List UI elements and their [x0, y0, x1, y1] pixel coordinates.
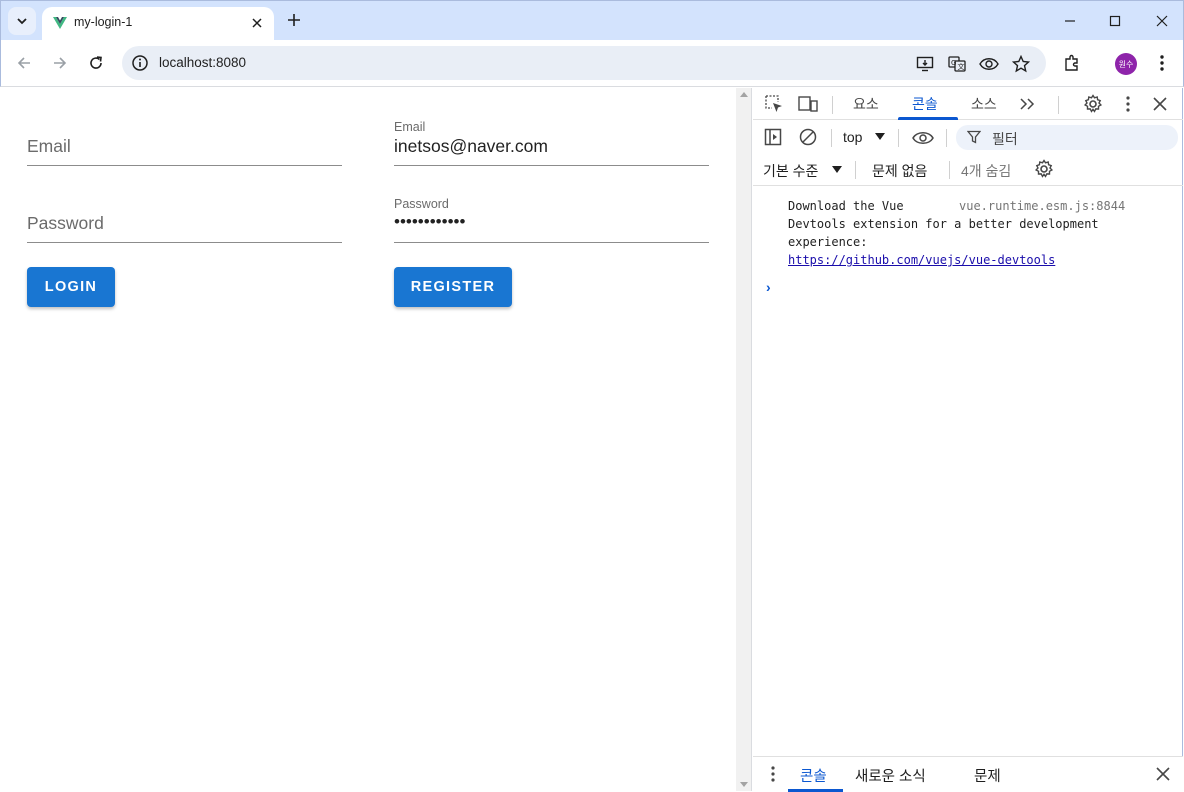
scroll-up-arrow-icon[interactable] [740, 92, 748, 97]
console-filter-input[interactable]: 필터 [956, 125, 1178, 150]
minimize-icon [1065, 20, 1075, 22]
back-button[interactable] [12, 51, 36, 75]
forward-button[interactable] [48, 51, 72, 75]
filter-placeholder: 필터 [992, 131, 1018, 147]
tab-close-button[interactable] [248, 14, 266, 32]
register-button[interactable]: REGISTER [394, 267, 512, 307]
url-text[interactable]: localhost:8080 [159, 55, 246, 70]
login-button[interactable]: LOGIN [27, 267, 115, 307]
vue-logo-icon [53, 17, 67, 29]
window-close-button[interactable] [1150, 9, 1174, 33]
register-email-value[interactable]: inetsos@naver.com [394, 136, 548, 157]
hidden-messages-count: 4개 숨김 [961, 163, 1012, 179]
menu-kebab-icon[interactable] [1151, 52, 1173, 74]
register-email-label: Email [394, 120, 426, 134]
clear-console-icon[interactable] [798, 127, 818, 147]
register-password-label: Password [394, 197, 449, 211]
devtools-drawer: 콘솔 새로운 소식 문제 [753, 756, 1183, 792]
install-app-icon[interactable] [915, 54, 935, 74]
tab-console[interactable]: 콘솔 [912, 94, 938, 114]
reload-icon [90, 56, 102, 69]
reload-button[interactable] [84, 51, 108, 75]
web-page: Email Password LOGIN Email inetsos@naver… [1, 88, 736, 791]
drawer-close-icon[interactable] [1153, 764, 1173, 784]
plus-icon [288, 14, 300, 26]
settings-gear-icon[interactable] [1083, 94, 1103, 114]
arrow-right-icon [54, 57, 67, 69]
devtools-menu-kebab-icon[interactable] [1118, 94, 1138, 114]
tab-sources[interactable]: 소스 [971, 94, 997, 114]
maximize-button[interactable] [1103, 9, 1127, 33]
devtools-tabbar: 요소 콘솔 소스 [753, 88, 1183, 120]
filter-icon [967, 130, 981, 144]
new-tab-button[interactable] [283, 9, 305, 31]
devtools-panel: 요소 콘솔 소스 top 필터 기본 수준 문제 없음 4개 숨김 Downlo… [753, 88, 1183, 792]
caret-down-icon[interactable] [875, 133, 885, 141]
svg-text:文: 文 [958, 62, 965, 71]
log-level-dropdown[interactable]: 기본 수준 [763, 161, 818, 181]
live-expression-eye-icon[interactable] [911, 128, 935, 148]
message-source-link[interactable]: vue.runtime.esm.js:8844 [959, 197, 1125, 215]
console-prompt-icon[interactable]: › [766, 279, 771, 295]
console-message: Download the Vue vue.runtime.esm.js:8844… [788, 197, 1148, 269]
chevron-down-icon [17, 18, 27, 25]
issues-count[interactable]: 문제 없음 [872, 161, 927, 181]
tab-title: my-login-1 [74, 15, 133, 29]
more-tabs-icon[interactable] [1018, 94, 1038, 114]
vue-devtools-link[interactable]: https://github.com/vuejs/vue-devtools [788, 251, 1148, 269]
drawer-tab-issues[interactable]: 문제 [974, 765, 1001, 786]
info-icon[interactable] [131, 54, 149, 72]
arrow-left-icon [17, 57, 30, 69]
separator [949, 161, 950, 179]
login-password-field[interactable]: Password [27, 197, 342, 243]
devtools-close-icon[interactable] [1150, 94, 1170, 114]
browser-tab[interactable]: my-login-1 [42, 7, 274, 41]
scroll-down-arrow-icon[interactable] [740, 782, 748, 787]
close-icon [1156, 15, 1168, 27]
separator [832, 96, 833, 114]
separator [855, 161, 856, 179]
register-email-field[interactable]: Email inetsos@naver.com [394, 120, 709, 166]
close-icon [252, 18, 262, 28]
tab-strip: my-login-1 [0, 0, 1184, 41]
drawer-tab-console[interactable]: 콘솔 [800, 765, 827, 786]
login-email-placeholder: Email [27, 136, 71, 156]
separator [946, 129, 947, 147]
browser-toolbar: localhost:8080 G文 원수 [0, 40, 1184, 87]
caret-down-icon[interactable] [832, 166, 842, 174]
maximize-icon [1109, 15, 1121, 27]
register-password-value[interactable]: •••••••••••• [394, 212, 465, 232]
profile-avatar[interactable]: 원수 [1115, 53, 1137, 75]
register-password-field[interactable]: Password •••••••••••• [394, 197, 709, 243]
extensions-icon[interactable] [1061, 52, 1083, 74]
minimize-button[interactable] [1058, 9, 1082, 33]
message-line-3: experience: [788, 235, 868, 249]
sidebar-toggle-icon[interactable] [763, 127, 783, 147]
context-selector[interactable]: top [843, 129, 862, 145]
page-scrollbar[interactable] [736, 88, 752, 791]
console-settings-gear-icon[interactable] [1034, 159, 1054, 179]
eye-icon[interactable] [979, 54, 999, 74]
console-levels-bar: 기본 수준 문제 없음 4개 숨김 [753, 154, 1183, 186]
translate-icon[interactable]: G文 [947, 54, 967, 74]
device-toolbar-icon[interactable] [798, 94, 818, 114]
separator [831, 129, 832, 147]
separator [898, 129, 899, 147]
separator [1058, 96, 1059, 114]
tab-elements[interactable]: 요소 [853, 94, 879, 114]
tab-search-button[interactable] [8, 7, 36, 35]
login-email-field[interactable]: Email [27, 120, 342, 166]
address-bar[interactable]: localhost:8080 G文 [122, 46, 1046, 80]
login-password-placeholder: Password [27, 213, 104, 233]
message-line-2: Devtools extension for a better developm… [788, 217, 1099, 231]
drawer-menu-kebab-icon[interactable] [763, 764, 783, 784]
svg-text:G: G [951, 59, 956, 67]
bookmark-star-icon[interactable] [1011, 54, 1031, 74]
drawer-tab-whats-new[interactable]: 새로운 소식 [855, 765, 926, 786]
inspect-element-icon[interactable] [764, 94, 784, 114]
